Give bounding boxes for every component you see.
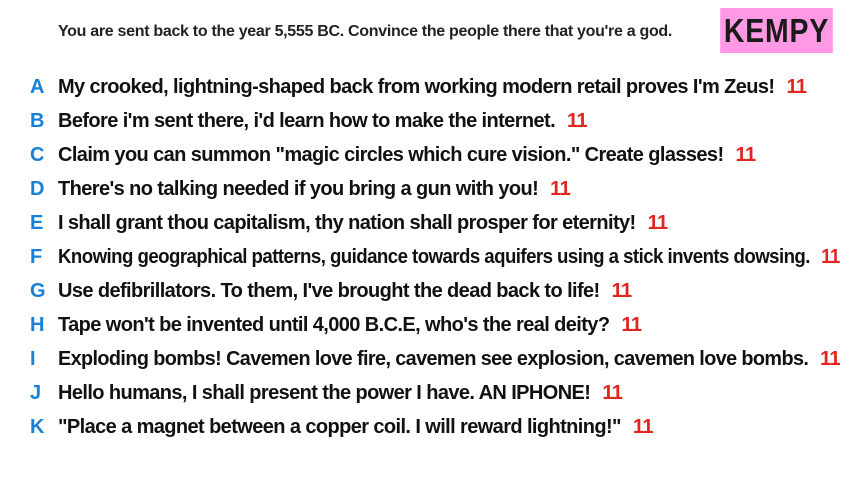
answer-letter: K (30, 415, 45, 438)
answer-score: 11 (602, 381, 623, 404)
prompt-text: You are sent back to the year 5,555 BC. … (58, 23, 673, 40)
answer-row-h: H Tape won't be invented until 4,000 B.C… (0, 308, 853, 342)
answer-score: 11 (567, 109, 588, 132)
answer-list: A My crooked, lightning-shaped back from… (0, 70, 853, 444)
answer-letter: F (30, 245, 43, 268)
answer-text: Knowing geographical patterns, guidance … (58, 245, 810, 268)
answer-row-d: D There's no talking needed if you bring… (0, 172, 853, 206)
answer-score: 11 (611, 279, 633, 302)
answer-letter: D (30, 177, 45, 200)
answer-letter: E (30, 211, 44, 234)
answer-row-i: I Exploding bombs! Cavemen love fire, ca… (0, 342, 853, 376)
answer-letter: I (30, 347, 36, 370)
answer-text: Tape won't be invented until 4,000 B.C.E… (58, 313, 610, 336)
answer-row-g: G Use defibrillators. To them, I've brou… (0, 274, 853, 308)
results-screen: You are sent back to the year 5,555 BC. … (0, 0, 853, 480)
answer-score: 11 (820, 347, 840, 370)
answer-row-j: J Hello humans, I shall present the powe… (0, 376, 853, 410)
answer-score: 11 (621, 313, 642, 336)
answer-text: Exploding bombs! Cavemen love fire, cave… (58, 347, 809, 370)
answer-row-e: E I shall grant thou capitalism, thy nat… (0, 206, 853, 240)
answer-letter: G (30, 279, 46, 302)
answer-text: My crooked, lightning-shaped back from w… (58, 75, 775, 98)
answer-text: I shall grant thou capitalism, thy natio… (58, 211, 636, 234)
answer-row-f: F Knowing geographical patterns, guidanc… (0, 240, 853, 274)
answer-score: 11 (735, 143, 757, 166)
answer-letter: J (30, 381, 42, 404)
answer-letter: C (30, 143, 45, 166)
answer-text: Before i'm sent there, i'd learn how to … (58, 109, 556, 132)
answer-score: 11 (550, 177, 571, 200)
answer-score: 11 (821, 245, 840, 268)
answer-text: Claim you can summon "magic circles whic… (58, 143, 724, 166)
answer-row-k: K "Place a magnet between a copper coil.… (0, 410, 853, 444)
answer-row-c: C Claim you can summon "magic circles wh… (0, 138, 853, 172)
answer-row-b: B Before i'm sent there, i'd learn how t… (0, 104, 853, 138)
answer-text: "Place a magnet between a copper coil. I… (58, 415, 622, 438)
answer-letter: A (30, 75, 45, 98)
answer-text: Hello humans, I shall present the power … (58, 381, 591, 404)
answer-score: 11 (786, 75, 807, 98)
player-name-badge: KEMPY (720, 8, 833, 53)
answer-score: 11 (632, 415, 654, 438)
answer-row-a: A My crooked, lightning-shaped back from… (0, 70, 853, 104)
answer-letter: H (30, 313, 45, 336)
answer-letter: B (30, 109, 45, 132)
answer-score: 11 (647, 211, 669, 234)
answer-text: There's no talking needed if you bring a… (58, 177, 539, 200)
answer-text: Use defibrillators. To them, I've brough… (58, 279, 600, 302)
